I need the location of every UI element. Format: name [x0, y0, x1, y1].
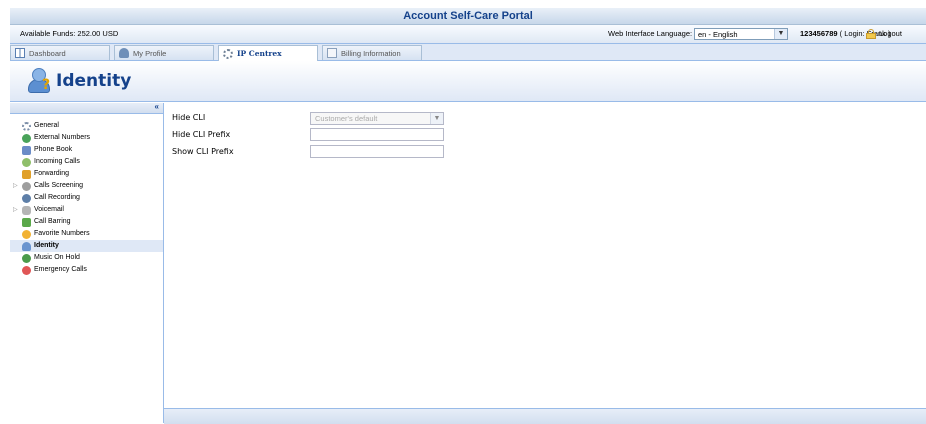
tab-label: Dashboard — [29, 48, 66, 58]
portal-title: Account Self-Care Portal — [10, 8, 926, 25]
sidebar-item-general[interactable]: General — [10, 120, 163, 132]
tab-label: Billing Information — [341, 48, 401, 58]
sidebar-item-label: General — [34, 122, 59, 129]
collapse-button[interactable]: « — [155, 102, 159, 111]
chevron-down-icon[interactable]: ▼ — [774, 29, 787, 39]
sidebar-item-music-on-hold[interactable]: Music On Hold — [10, 252, 163, 264]
sidebar-item-forwarding[interactable]: Forwarding — [10, 168, 163, 180]
music-on-hold-icon — [22, 253, 31, 263]
sidebar-item-label: Call Barring — [34, 218, 71, 225]
tab-ip-centrex[interactable]: IP Centrex — [218, 45, 318, 61]
tab-label: IP Centrex — [237, 49, 282, 58]
hide-cli-prefix-input[interactable] — [310, 128, 444, 141]
call-recording-icon — [22, 193, 31, 203]
billing-icon — [327, 48, 337, 58]
sidebar-item-calls-screening[interactable]: ▷ Calls Screening — [10, 180, 163, 192]
logout-label: Logout — [879, 29, 902, 38]
voicemail-icon — [22, 205, 31, 215]
available-funds: Available Funds: 252.00 USD — [20, 29, 119, 38]
incoming-calls-icon — [22, 157, 31, 167]
sidebar-item-voicemail[interactable]: ▷ Voicemail — [10, 204, 163, 216]
logout-button[interactable]: Logout — [866, 25, 902, 43]
hide-cli-label: Hide CLI — [172, 113, 206, 122]
chevron-down-icon[interactable]: ▼ — [430, 113, 443, 124]
calls-screening-icon — [22, 181, 31, 191]
language-value: en - English — [698, 30, 738, 39]
emergency-calls-icon — [22, 265, 31, 275]
expand-arrow-icon[interactable]: ▷ — [13, 204, 18, 216]
show-cli-prefix-input[interactable] — [310, 145, 444, 158]
sidebar-item-label: Phone Book — [34, 146, 73, 153]
sidebar-item-identity[interactable]: Identity — [10, 240, 163, 252]
language-label: Web Interface Language: — [608, 29, 693, 38]
info-bar: Available Funds: 252.00 USD Web Interfac… — [10, 25, 926, 44]
tab-label: My Profile — [133, 48, 167, 58]
tab-dashboard[interactable]: Dashboard — [10, 45, 110, 60]
page-title: Identity — [56, 71, 132, 91]
show-cli-prefix-label: Show CLI Prefix — [172, 147, 234, 156]
sidebar-item-label: Identity — [34, 242, 59, 249]
gear-icon — [223, 48, 233, 59]
sidebar-item-label: Call Recording — [34, 194, 80, 201]
form-footer-bar — [164, 408, 926, 424]
page-header: ? Identity — [10, 61, 926, 102]
forwarding-icon — [22, 169, 31, 179]
sidebar-item-incoming-calls[interactable]: Incoming Calls — [10, 156, 163, 168]
sidebar-item-favorite-numbers[interactable]: Favorite Numbers — [10, 228, 163, 240]
sidebar-item-call-barring[interactable]: Call Barring — [10, 216, 163, 228]
sidebar: « General External Numbers Phone Book In… — [10, 102, 164, 423]
sidebar-item-label: Calls Screening — [34, 182, 84, 189]
sidebar-item-label: Music On Hold — [34, 254, 80, 261]
hide-cli-value: Customer's default — [315, 114, 378, 123]
tab-bar: Dashboard My Profile IP Centrex Billing … — [10, 44, 926, 61]
lock-icon — [866, 29, 876, 39]
sidebar-item-external-numbers[interactable]: External Numbers — [10, 132, 163, 144]
identity-icon — [22, 241, 31, 251]
sidebar-item-label: Favorite Numbers — [34, 230, 90, 237]
account-number: 123456789 — [800, 29, 838, 38]
sidebar-item-label: Voicemail — [34, 206, 64, 213]
gear-icon — [22, 121, 31, 131]
sidebar-menu: General External Numbers Phone Book Inco… — [10, 120, 163, 276]
sidebar-collapse-bar: « — [10, 102, 163, 114]
sidebar-item-label: External Numbers — [34, 134, 91, 141]
sidebar-item-emergency-calls[interactable]: Emergency Calls — [10, 264, 163, 276]
profile-icon — [119, 48, 129, 58]
external-numbers-icon — [22, 133, 31, 143]
call-barring-icon — [22, 217, 31, 227]
phone-book-icon — [22, 145, 31, 155]
sidebar-item-label: Forwarding — [34, 170, 70, 177]
favorite-numbers-icon — [22, 229, 31, 239]
tab-my-profile[interactable]: My Profile — [114, 45, 214, 60]
hide-cli-prefix-label: Hide CLI Prefix — [172, 130, 231, 139]
dashboard-icon — [15, 48, 25, 58]
sidebar-item-label: Incoming Calls — [34, 158, 80, 165]
tab-billing-information[interactable]: Billing Information — [322, 45, 422, 60]
identity-icon: ? — [26, 67, 52, 93]
hide-cli-select[interactable]: Customer's default ▼ — [310, 112, 444, 125]
sidebar-item-label: Emergency Calls — [34, 266, 87, 273]
identity-form: Hide CLI Customer's default ▼ Hide CLI P… — [164, 103, 926, 424]
language-select[interactable]: en - English ▼ — [694, 28, 788, 40]
sidebar-item-phone-book[interactable]: Phone Book — [10, 144, 163, 156]
sidebar-item-call-recording[interactable]: Call Recording — [10, 192, 163, 204]
expand-arrow-icon[interactable]: ▷ — [13, 180, 18, 192]
